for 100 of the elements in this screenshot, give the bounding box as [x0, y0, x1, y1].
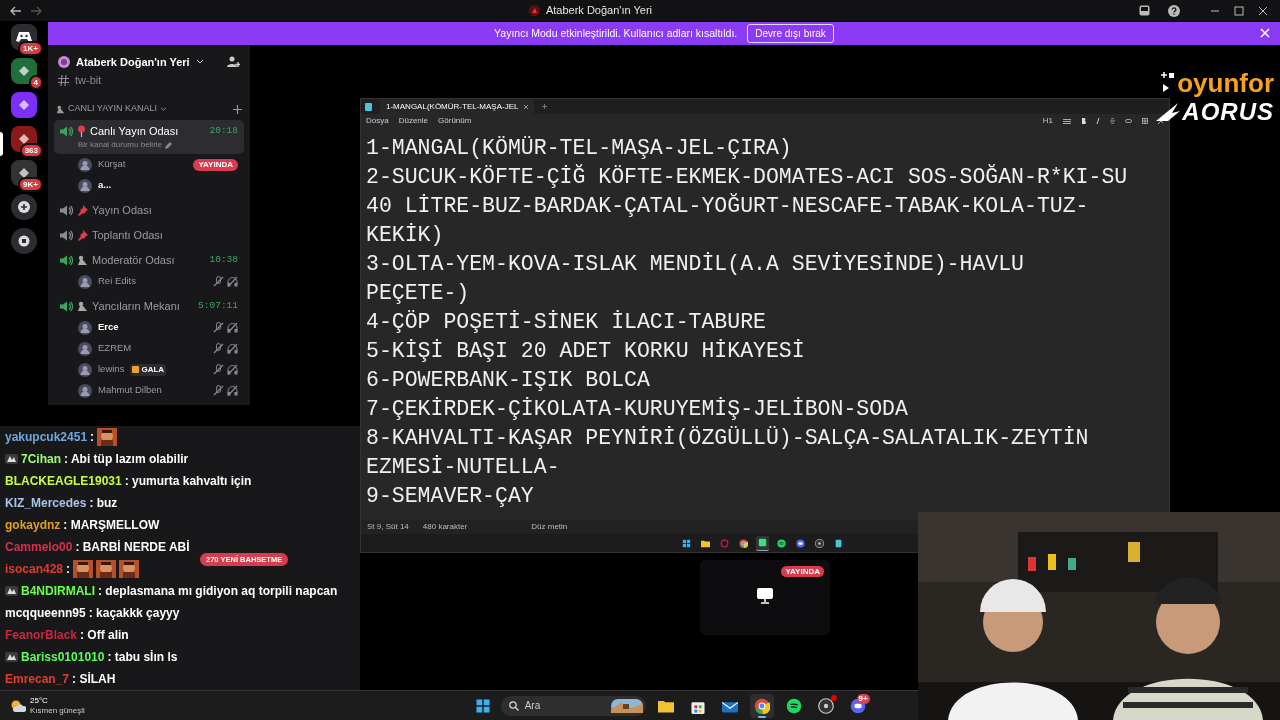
- chat-message: yakupcuk2451 :: [5, 426, 118, 448]
- voice-channel[interactable]: Yayın Odası: [54, 199, 244, 221]
- list-icon[interactable]: [1063, 118, 1071, 124]
- voice-user[interactable]: lewins GALA: [54, 359, 244, 380]
- server-icon[interactable]: [11, 92, 37, 118]
- table-icon[interactable]: [1142, 118, 1148, 124]
- deafened-headphones-icon: [227, 322, 238, 333]
- notification-badge: 9+: [856, 693, 870, 704]
- avatar-icon: [78, 341, 92, 356]
- server-icon[interactable]: [11, 58, 37, 84]
- weather-icon: [10, 698, 26, 713]
- taskbar-button[interactable]: [756, 535, 769, 551]
- status-text: St 9, Süt 14: [367, 521, 409, 533]
- voice-channel[interactable]: Canlı Yayın Odası 20:18 Bir kanal durumu belirle: [54, 120, 244, 154]
- italic-icon[interactable]: [1096, 118, 1100, 124]
- text-line: 9-SEMAVER-ÇAY: [366, 483, 535, 510]
- menu-item[interactable]: Düzenle: [398, 115, 429, 127]
- bold-icon[interactable]: [1081, 118, 1086, 124]
- weather-widget[interactable]: 25°C Kısmen güneşli: [0, 695, 85, 716]
- ring-icon: [720, 538, 729, 548]
- windows-logo-icon: [474, 697, 491, 714]
- chevron-down-icon[interactable]: [195, 59, 204, 65]
- search-icon: [508, 700, 519, 711]
- avatar-icon: [78, 383, 92, 398]
- menu-item[interactable]: Dosya: [366, 115, 389, 127]
- chat-message: mcqqueenn95 : kaçakkk çayyy: [5, 605, 180, 622]
- chat-message: Emrecan_7 : SİLAH: [5, 671, 116, 688]
- avatar-icon: [78, 362, 92, 377]
- guild-tag: GALA: [130, 363, 167, 376]
- shape-icon: [18, 133, 30, 145]
- chat-message: isocan428 :: [5, 558, 140, 580]
- unread-badge: 363: [19, 143, 43, 158]
- elapsed-time: 10:38: [209, 252, 238, 267]
- voice-user[interactable]: Rei Edits: [54, 271, 244, 292]
- server-name[interactable]: Ataberk Doğan'ın Yeri: [76, 53, 190, 71]
- chat-message: BLACKEAGLE19031 : yumurta kahvaltı için: [5, 473, 252, 490]
- text-line: KEKİK): [366, 222, 445, 249]
- text-line: 40 LİTRE-BUZ-BARDAK-ÇATAL-YOĞURT-NESCAFE-TABAK-KOLA-TUZ-: [366, 192, 1090, 220]
- menu-item[interactable]: Görünüm: [438, 115, 472, 127]
- shape-icon: [18, 167, 30, 179]
- aorus-logo: AORUS: [1182, 98, 1274, 126]
- avatar-icon: [78, 157, 92, 172]
- recorder-icon: [815, 538, 824, 548]
- status-text: Düz metin: [531, 521, 568, 533]
- taskbar-button[interactable]: [749, 693, 774, 718]
- text-line: EZMESİ-NUTELLA-: [366, 454, 561, 481]
- shape-icon: [18, 99, 30, 111]
- inbox-icon[interactable]: [1139, 5, 1150, 16]
- category-label[interactable]: CANLI YAYIN KANALI: [68, 102, 158, 116]
- text-line: 8-KAHVALTI-KAŞAR PEYNİRİ(ÖZGÜLLÜ)-SALÇA-SALATALIK-ZEYTİN: [366, 425, 1090, 452]
- back-arrow-icon[interactable]: [10, 5, 22, 16]
- editor-tab[interactable]: 1-MANGAL(KÖMÜR-TEL-MAŞA-JEL: [380, 99, 535, 114]
- maximize-icon[interactable]: [1234, 5, 1244, 16]
- voice-user[interactable]: EZREM: [54, 338, 244, 359]
- banner-text: Yayıncı Modu etkinleştirildi. Kullanıcı adları kısaltıldı.: [494, 25, 738, 41]
- stream-preview-card[interactable]: YAYINDA: [700, 560, 830, 635]
- falcon-icon: [1156, 101, 1181, 123]
- search-field[interactable]: Ara: [500, 695, 646, 716]
- plus-icon[interactable]: [542, 104, 548, 109]
- avatar-icon: [78, 274, 92, 289]
- tag-icon: [132, 366, 140, 373]
- add-server-button[interactable]: [11, 194, 37, 220]
- disable-button[interactable]: Devre dışı bırak: [747, 24, 834, 43]
- taskbar-button[interactable]: 9+: [845, 693, 870, 718]
- avatar-icon: [78, 320, 92, 335]
- chat-message: 7Cihan : Abi tüp lazım olabilir: [5, 448, 189, 470]
- voice-user[interactable]: a...: [54, 175, 244, 196]
- voice-user[interactable]: Kürşat YAYINDA: [54, 154, 244, 175]
- close-icon[interactable]: [1258, 5, 1268, 16]
- text-line: 2-SUCUK-KÖFTE-ÇİĞ KÖFTE-EKMEK-DOMATES-ACI SOS-SOĞAN-R*KI-SU: [366, 163, 1129, 191]
- channel-item[interactable]: tw-bit: [54, 71, 244, 89]
- chat-message: FeanorBlack : Off alin: [5, 627, 129, 644]
- forward-arrow-icon[interactable]: [30, 5, 42, 16]
- chat-message: Bariss0101010 : tabu sİın ls: [5, 646, 178, 668]
- music-app-icon: [777, 538, 786, 548]
- recorder-icon: [817, 697, 834, 714]
- deafened-headphones-icon: [227, 343, 238, 354]
- strikethrough-icon[interactable]: [1110, 118, 1115, 124]
- pencil-icon[interactable]: [165, 141, 173, 149]
- figure-icon: [77, 300, 88, 312]
- text-line: 5-KİŞİ BAŞI 20 ADET KORKU HİKAYESİ: [366, 338, 806, 365]
- close-icon[interactable]: [524, 104, 529, 109]
- windows-logo-icon: [682, 538, 691, 548]
- voice-user[interactable]: Mahmut Dilben: [54, 380, 244, 401]
- heading-dropdown[interactable]: H1: [1042, 115, 1053, 127]
- link-icon[interactable]: [1125, 119, 1132, 123]
- chat-message: Cammelo00 : BARBİ NERDE ABİ: [5, 539, 190, 556]
- voice-user[interactable]: Erce: [54, 317, 244, 338]
- deafened-headphones-icon: [227, 276, 238, 287]
- discover-button[interactable]: [11, 228, 37, 254]
- pushpin-icon: [77, 229, 88, 241]
- plus-icon[interactable]: [233, 104, 242, 114]
- add-member-icon[interactable]: [227, 56, 240, 68]
- voice-channel[interactable]: Yancıların Mekanı 5:07:11: [54, 295, 244, 317]
- channel-status[interactable]: Bir kanal durumu belirle: [78, 139, 163, 151]
- notepad-icon: [834, 538, 843, 548]
- voice-channel[interactable]: Moderatör Odası 10:38: [54, 249, 244, 271]
- voice-channel[interactable]: Toplantı Odası: [54, 224, 244, 246]
- help-icon[interactable]: [1168, 4, 1180, 17]
- game-controller-icon: [16, 31, 32, 43]
